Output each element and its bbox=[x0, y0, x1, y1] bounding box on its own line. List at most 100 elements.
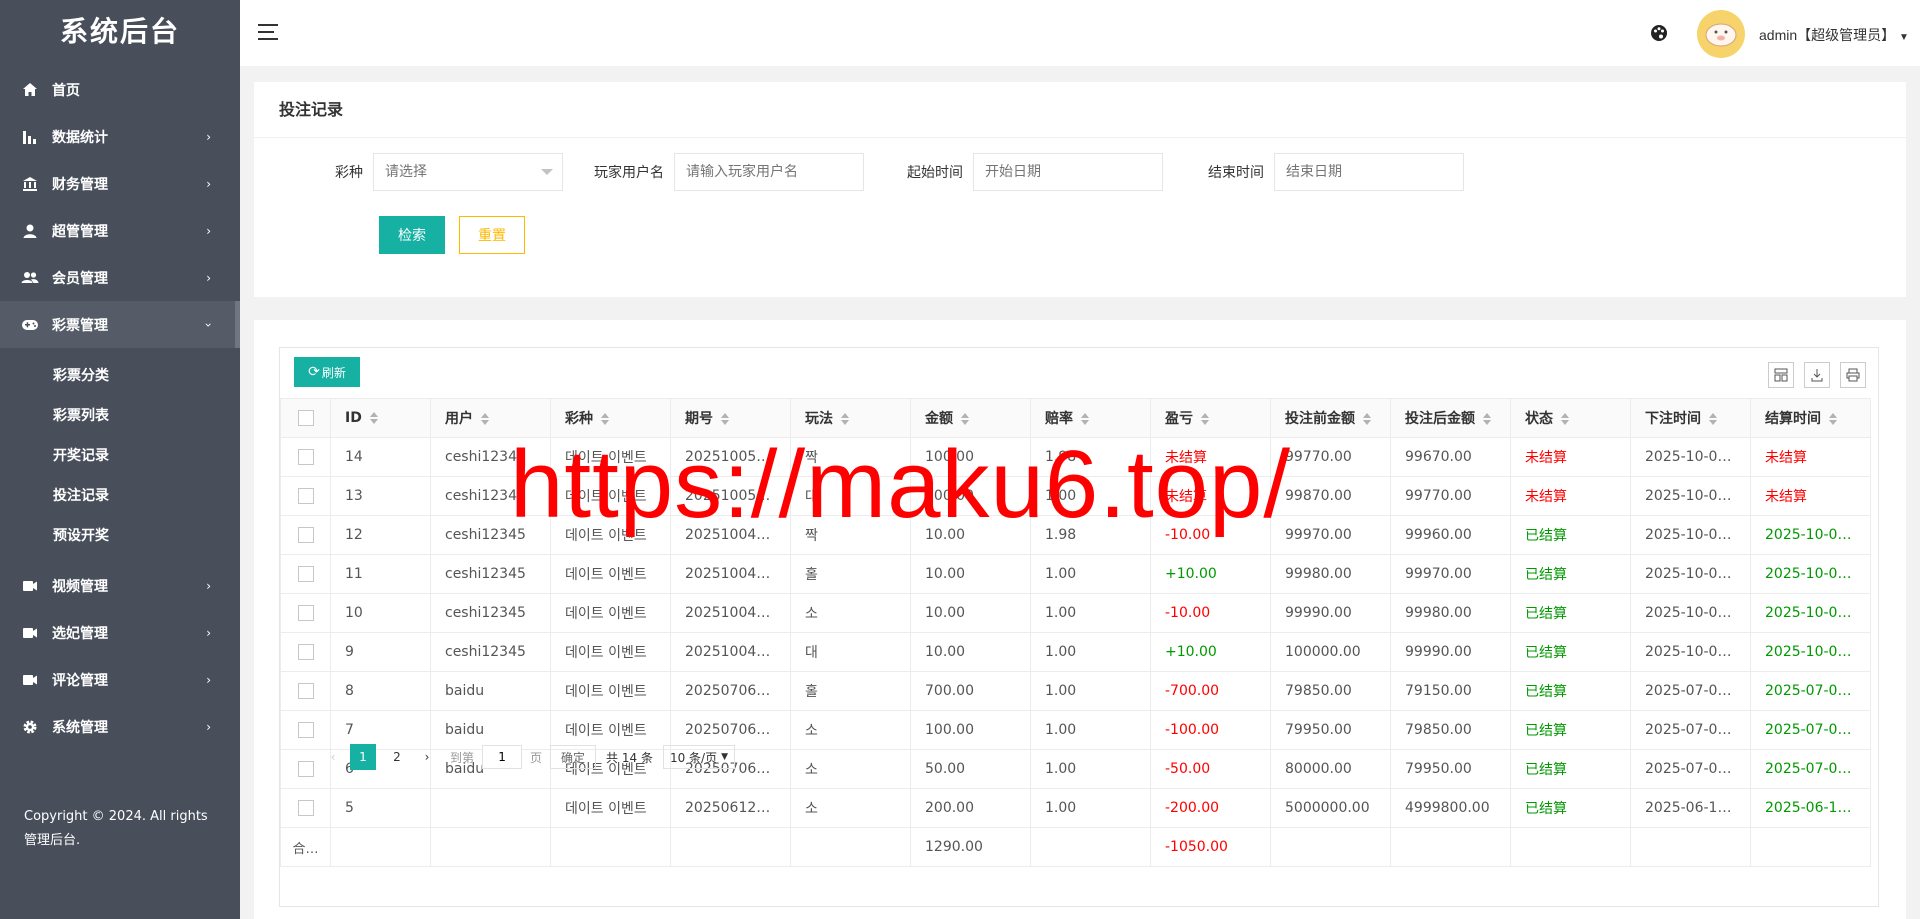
column-header[interactable]: 下注时间 bbox=[1630, 398, 1751, 438]
column-header[interactable]: 用户 bbox=[430, 398, 551, 438]
row-checkbox[interactable] bbox=[297, 683, 314, 699]
prev-page-icon[interactable]: ‹ bbox=[320, 744, 346, 770]
sidebar-item-5[interactable]: 会员管理 › bbox=[0, 254, 240, 301]
select-all-checkbox[interactable] bbox=[297, 410, 314, 426]
row-checkbox[interactable] bbox=[297, 488, 314, 504]
cell-lottery: 데이트 이벤트 bbox=[550, 437, 671, 477]
sidebar-item-9[interactable]: 评论管理 › bbox=[0, 656, 240, 703]
chevron-icon: › bbox=[206, 270, 211, 285]
start-date-label: 起始时间 bbox=[907, 165, 963, 181]
submenu-item[interactable]: 彩票分类 bbox=[0, 356, 240, 396]
table-row[interactable]: 10 ceshi12345 데이트 이벤트 202510043001 소 10.00 1.0… bbox=[280, 593, 1871, 633]
cell-before: 80000.00 bbox=[1270, 749, 1391, 789]
menu-toggle-icon[interactable] bbox=[258, 24, 278, 42]
gear-icon bbox=[21, 718, 39, 736]
export-icon[interactable] bbox=[1804, 362, 1830, 388]
avatar[interactable] bbox=[1697, 10, 1745, 58]
sort-icon[interactable] bbox=[1483, 413, 1491, 425]
start-date-input[interactable] bbox=[973, 153, 1163, 191]
cell-play: 대 bbox=[790, 476, 911, 516]
page-number[interactable]: 2 bbox=[384, 744, 410, 770]
sidebar-item-label: 系统管理 bbox=[52, 719, 108, 736]
table-row[interactable]: 8 baidu 데이트 이벤트 202507063001 홀 700.00 1.00 -700… bbox=[280, 671, 1871, 711]
print-icon[interactable] bbox=[1840, 362, 1866, 388]
end-date-input[interactable] bbox=[1274, 153, 1464, 191]
row-checkbox[interactable] bbox=[297, 644, 314, 660]
submenu-item[interactable]: 投注记录 bbox=[0, 476, 240, 516]
row-checkbox[interactable] bbox=[297, 800, 314, 816]
row-checkbox[interactable] bbox=[297, 605, 314, 621]
page-size-select[interactable]: 10 条/页 ▼ bbox=[662, 745, 736, 769]
table-row[interactable]: 13 ceshi12345 데이트 이벤트 202510053001 대 100.00 1.… bbox=[280, 476, 1871, 516]
sort-icon[interactable] bbox=[1829, 413, 1837, 425]
sort-icon[interactable] bbox=[481, 413, 489, 425]
submenu-item[interactable]: 预设开奖 bbox=[0, 516, 240, 556]
next-page-icon[interactable]: › bbox=[414, 744, 440, 770]
sidebar-item-1[interactable]: 首页 bbox=[0, 66, 240, 113]
sidebar-item-2[interactable]: 数据统计 › bbox=[0, 113, 240, 160]
sort-icon[interactable] bbox=[369, 412, 378, 424]
player-name-input[interactable] bbox=[674, 153, 864, 191]
sort-icon[interactable] bbox=[721, 413, 729, 425]
sort-icon[interactable] bbox=[601, 413, 609, 425]
table-row[interactable]: 9 ceshi12345 데이트 이벤트 202510043001 대 10.00 1.00… bbox=[280, 632, 1871, 672]
sidebar-item-4[interactable]: 超管管理 › bbox=[0, 207, 240, 254]
sidebar-item-10[interactable]: 系统管理 › bbox=[0, 703, 240, 750]
column-header[interactable]: 金额 bbox=[910, 398, 1031, 438]
column-header[interactable]: 投注后金额 bbox=[1390, 398, 1511, 438]
row-checkbox[interactable] bbox=[297, 761, 314, 777]
refresh-button[interactable]: ⟳ 刷新 bbox=[294, 357, 360, 387]
sort-icon[interactable] bbox=[961, 413, 969, 425]
cell-odds: 1.00 bbox=[1030, 593, 1151, 633]
cell-user: ceshi12345 bbox=[430, 554, 551, 594]
column-header[interactable]: 结算时间 bbox=[1750, 398, 1871, 438]
cell-status: 已结算 bbox=[1510, 788, 1631, 828]
column-header[interactable]: 状态 bbox=[1510, 398, 1631, 438]
sidebar-item-8[interactable]: 选妃管理 › bbox=[0, 609, 240, 656]
column-header-label: 状态 bbox=[1525, 411, 1553, 427]
sidebar-item-3[interactable]: 财务管理 › bbox=[0, 160, 240, 207]
table-row[interactable]: 12 ceshi12345 데이트 이벤트 202510043001 짝 10.00 1.9… bbox=[280, 515, 1871, 555]
search-button[interactable]: 检索 bbox=[379, 216, 445, 254]
cell-odds: 1.98 bbox=[1030, 515, 1151, 555]
column-header[interactable]: 期号 bbox=[670, 398, 791, 438]
column-header[interactable]: 彩种 bbox=[550, 398, 671, 438]
table-row[interactable]: 14 ceshi12345 데이트 이벤트 202510053001 짝 100.00 1.… bbox=[280, 437, 1871, 477]
row-select-cell bbox=[280, 788, 331, 828]
goto-page-input[interactable] bbox=[482, 745, 523, 769]
row-checkbox[interactable] bbox=[297, 722, 314, 738]
user-menu[interactable]: admin【超级管理员】 ▼ bbox=[1759, 25, 1909, 45]
empty-cell bbox=[1510, 827, 1631, 867]
theme-palette-icon[interactable] bbox=[1650, 24, 1668, 42]
page-number[interactable]: 1 bbox=[350, 744, 376, 770]
row-checkbox[interactable] bbox=[297, 527, 314, 543]
sort-icon[interactable] bbox=[1081, 413, 1089, 425]
row-select-cell bbox=[280, 671, 331, 711]
lottery-select[interactable] bbox=[373, 153, 563, 191]
column-header[interactable]: 玩法 bbox=[790, 398, 911, 438]
sort-icon[interactable] bbox=[1709, 413, 1717, 425]
table-row[interactable]: 11 ceshi12345 데이트 이벤트 202510043001 홀 10.00 1.0… bbox=[280, 554, 1871, 594]
sort-icon[interactable] bbox=[1561, 413, 1569, 425]
submenu-item[interactable]: 开奖记录 bbox=[0, 436, 240, 476]
empty-cell bbox=[550, 827, 671, 867]
column-header[interactable]: ID bbox=[330, 398, 431, 438]
table-row[interactable]: 5 데이트 이벤트 202506123001 소 200.00 1.00 -200.00 50… bbox=[280, 788, 1871, 828]
column-header[interactable]: 赔率 bbox=[1030, 398, 1151, 438]
lottery-select-input[interactable] bbox=[373, 153, 563, 191]
reset-button[interactable]: 重置 bbox=[459, 216, 525, 254]
row-checkbox[interactable] bbox=[297, 449, 314, 465]
sort-icon[interactable] bbox=[1363, 413, 1371, 425]
sidebar-item-7[interactable]: 视频管理 › bbox=[0, 562, 240, 609]
goto-confirm-button[interactable]: 确定 bbox=[550, 745, 597, 769]
cell-status: 已结算 bbox=[1510, 671, 1631, 711]
cell-odds: 1.00 bbox=[1030, 632, 1151, 672]
sidebar-item-6[interactable]: 彩票管理 › bbox=[0, 301, 240, 348]
column-header[interactable]: 盈亏 bbox=[1150, 398, 1271, 438]
sort-icon[interactable] bbox=[841, 413, 849, 425]
column-header[interactable]: 投注前金额 bbox=[1270, 398, 1391, 438]
row-checkbox[interactable] bbox=[297, 566, 314, 582]
sort-icon[interactable] bbox=[1201, 413, 1209, 425]
columns-filter-icon[interactable] bbox=[1768, 362, 1794, 388]
submenu-item[interactable]: 彩票列表 bbox=[0, 396, 240, 436]
